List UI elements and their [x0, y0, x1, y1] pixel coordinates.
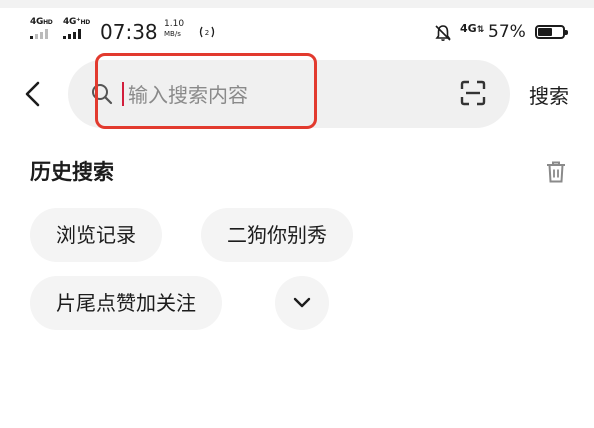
status-bar: 4GHD 4G⁺HD 07:38 1.10 MB/s 2 4G⇅ 57%	[0, 12, 594, 46]
battery-cap	[565, 30, 568, 35]
battery-level-fill	[538, 28, 552, 36]
signal-bars-icon	[30, 29, 52, 39]
trash-icon	[547, 161, 565, 183]
signal-bars-icon	[63, 29, 90, 39]
svg-text:2: 2	[205, 29, 209, 37]
sim1-signal: 4GHD	[30, 17, 53, 39]
search-submit-button[interactable]: 搜索	[529, 80, 569, 109]
network-speed: 1.10 MB/s	[164, 19, 184, 39]
hotspot-icon: 2	[198, 25, 216, 42]
mobile-data-text: 4G	[460, 22, 477, 35]
network-speed-value: 1.10	[164, 19, 185, 29]
sim2-network-label: 4G⁺	[63, 17, 81, 27]
scan-icon[interactable]	[458, 78, 488, 108]
status-time: 07:38	[100, 20, 158, 44]
bell-off-icon	[434, 24, 452, 46]
history-item[interactable]: 二狗你别秀	[201, 208, 353, 262]
clear-history-button[interactable]	[545, 160, 567, 188]
sim1-hd-label: HD	[43, 19, 53, 26]
back-button[interactable]	[22, 80, 46, 108]
expand-history-button[interactable]	[275, 276, 329, 330]
network-speed-unit: MB/s	[164, 30, 181, 38]
sim1-network-label: 4G	[30, 17, 44, 27]
sim2-hd-label: HD	[80, 19, 91, 26]
back-icon	[25, 81, 40, 107]
mobile-data-label: 4G⇅	[460, 22, 485, 35]
battery-icon	[535, 25, 568, 39]
history-title: 历史搜索	[30, 160, 114, 184]
top-edge	[0, 0, 594, 8]
chevron-down-icon	[293, 297, 311, 308]
battery-percent: 57%	[488, 22, 526, 42]
sim2-signal: 4G⁺HD	[63, 18, 90, 39]
history-item[interactable]: 片尾点赞加关注	[30, 276, 222, 330]
search-input-highlight	[95, 53, 317, 129]
history-item[interactable]: 浏览记录	[30, 208, 162, 262]
